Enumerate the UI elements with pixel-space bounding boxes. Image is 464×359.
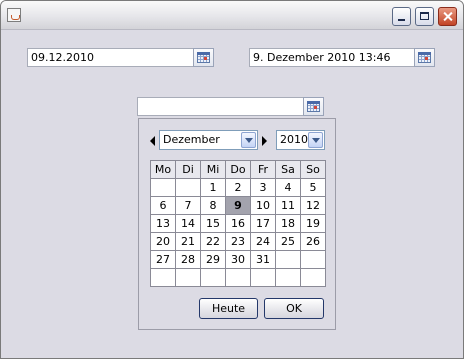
date-picker-button-long[interactable] xyxy=(414,48,435,67)
day-cell[interactable]: 2 xyxy=(226,179,251,197)
day-cell[interactable]: 31 xyxy=(251,251,276,269)
month-select-value: Dezember xyxy=(163,133,220,146)
day-cell[interactable]: 6 xyxy=(151,197,176,215)
calendar-icon xyxy=(418,52,431,63)
day-cell[interactable]: 16 xyxy=(226,215,251,233)
today-button[interactable]: Heute xyxy=(199,298,258,319)
day-cell[interactable]: 22 xyxy=(201,233,226,251)
day-cell[interactable]: 13 xyxy=(151,215,176,233)
date-field-popup[interactable] xyxy=(137,97,304,116)
day-cell[interactable]: 20 xyxy=(151,233,176,251)
application-window: 09.12.2010 9. Dezember 2010 13:46 Dezemb… xyxy=(0,0,464,359)
day-cell-empty xyxy=(151,269,176,287)
date-picker-button-short[interactable] xyxy=(193,48,214,67)
day-cell-empty xyxy=(276,269,301,287)
year-select-value: 2010 xyxy=(280,133,308,146)
day-cell[interactable]: 26 xyxy=(301,233,326,251)
date-field-long[interactable]: 9. Dezember 2010 13:46 xyxy=(249,48,415,67)
day-cell[interactable]: 12 xyxy=(301,197,326,215)
weekday-header: Sa xyxy=(276,161,301,179)
day-cell[interactable]: 21 xyxy=(176,233,201,251)
java-app-icon[interactable] xyxy=(7,8,21,22)
day-cell[interactable]: 5 xyxy=(301,179,326,197)
day-cell[interactable]: 18 xyxy=(276,215,301,233)
calendar-icon xyxy=(197,52,210,63)
day-cell-selected[interactable]: 9 xyxy=(226,197,251,215)
day-cell[interactable]: 4 xyxy=(276,179,301,197)
day-cell[interactable]: 30 xyxy=(226,251,251,269)
day-cell[interactable]: 15 xyxy=(201,215,226,233)
day-cell[interactable]: 28 xyxy=(176,251,201,269)
weekday-header: Mi xyxy=(201,161,226,179)
day-cell-empty xyxy=(176,269,201,287)
day-cell[interactable]: 29 xyxy=(201,251,226,269)
day-cell[interactable]: 17 xyxy=(251,215,276,233)
calendar-popup: Dezember 2010 Mo Di Mi Do Fr Sa So 1 2 3… xyxy=(138,118,336,330)
day-cell[interactable]: 7 xyxy=(176,197,201,215)
prev-month-icon[interactable] xyxy=(150,136,155,146)
day-cell[interactable]: 1 xyxy=(201,179,226,197)
day-cell[interactable]: 25 xyxy=(276,233,301,251)
day-cell[interactable]: 10 xyxy=(251,197,276,215)
weekday-header: Di xyxy=(176,161,201,179)
weekday-header: Mo xyxy=(151,161,176,179)
title-bar[interactable] xyxy=(1,1,463,30)
weekday-header: Fr xyxy=(251,161,276,179)
day-cell-empty xyxy=(251,269,276,287)
date-picker-button-popup[interactable] xyxy=(303,97,324,116)
day-cell-empty xyxy=(176,179,201,197)
minimize-button[interactable] xyxy=(392,7,411,26)
day-cell[interactable]: 19 xyxy=(301,215,326,233)
day-cell[interactable]: 8 xyxy=(201,197,226,215)
day-cell[interactable]: 3 xyxy=(251,179,276,197)
day-cell[interactable]: 23 xyxy=(226,233,251,251)
date-field-short[interactable]: 09.12.2010 xyxy=(27,48,194,67)
day-cell[interactable]: 24 xyxy=(251,233,276,251)
chevron-down-icon[interactable] xyxy=(241,132,256,148)
calendar-icon xyxy=(307,101,320,112)
day-cell-empty xyxy=(301,251,326,269)
day-cell-empty xyxy=(151,179,176,197)
weekday-header: So xyxy=(301,161,326,179)
maximize-button[interactable] xyxy=(415,7,434,26)
weekday-header: Do xyxy=(226,161,251,179)
ok-button[interactable]: OK xyxy=(264,298,324,319)
year-select[interactable]: 2010 xyxy=(276,130,325,150)
close-button[interactable] xyxy=(438,7,457,26)
day-cell[interactable]: 11 xyxy=(276,197,301,215)
day-cell-empty xyxy=(201,269,226,287)
next-month-icon[interactable] xyxy=(262,136,267,146)
calendar-grid: Mo Di Mi Do Fr Sa So 1 2 3 4 5 6 7 8 9 1… xyxy=(150,160,326,287)
day-cell-empty xyxy=(276,251,301,269)
day-cell-empty xyxy=(301,269,326,287)
day-cell[interactable]: 27 xyxy=(151,251,176,269)
day-cell[interactable]: 14 xyxy=(176,215,201,233)
chevron-down-icon[interactable] xyxy=(308,132,323,148)
month-select[interactable]: Dezember xyxy=(159,130,258,150)
day-cell-empty xyxy=(226,269,251,287)
